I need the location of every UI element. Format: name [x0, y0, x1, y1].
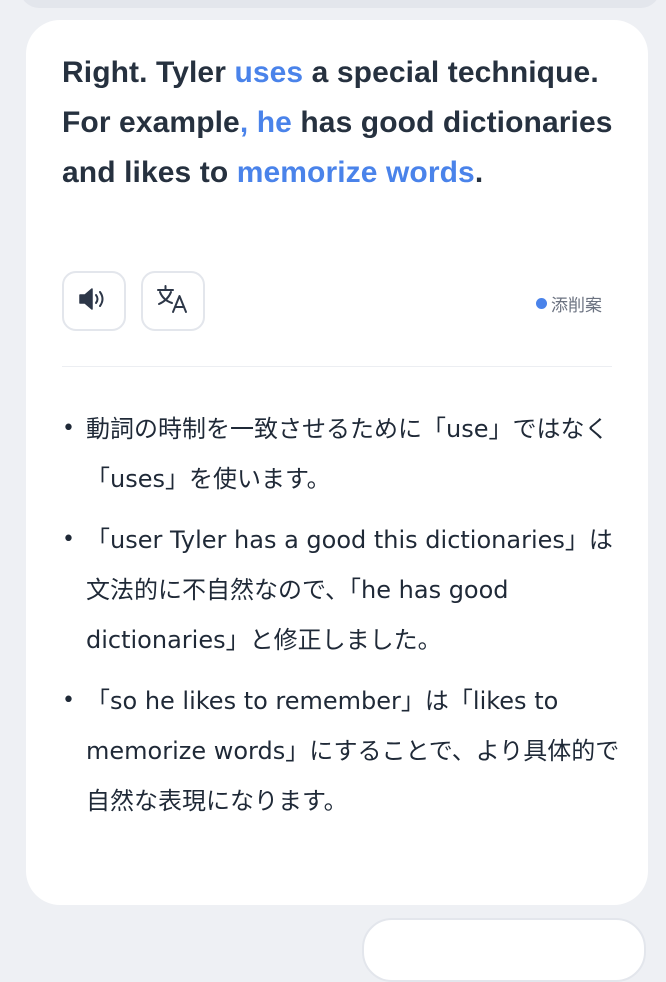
bullet-icon: •	[62, 416, 75, 441]
sentence-correction: uses	[234, 56, 304, 89]
note-text: 動詞の時制を一致させるために「use」ではなく「uses」を使います。	[86, 415, 609, 493]
next-action-button[interactable]	[362, 918, 646, 982]
sentence-correction: memorize words	[236, 156, 475, 189]
correction-notes-list: • 動詞の時制を一致させるために「use」ではなく「uses」を使います。 • …	[62, 404, 622, 837]
correction-card: Right. Tyler uses a special technique. F…	[26, 20, 648, 905]
note-text: 「user Tyler has a good this dictionaries…	[86, 526, 613, 654]
list-item: • 「user Tyler has a good this dictionari…	[62, 515, 622, 665]
sentence-correction: , he	[239, 106, 292, 139]
translate-button[interactable]	[141, 271, 205, 331]
play-audio-button[interactable]	[62, 271, 126, 331]
previous-card-edge	[20, 0, 660, 8]
correction-suggestion-badge[interactable]: 添削案	[536, 291, 602, 316]
corrected-sentence: Right. Tyler uses a special technique. F…	[62, 48, 622, 198]
note-text: 「so he likes to remember」は「likes to memo…	[86, 687, 620, 815]
sentence-segment: .	[474, 156, 484, 189]
bullet-icon: •	[62, 688, 75, 713]
list-item: • 動詞の時制を一致させるために「use」ではなく「uses」を使います。	[62, 404, 622, 504]
status-dot-icon	[536, 298, 547, 309]
divider	[62, 366, 612, 367]
speaker-icon	[77, 286, 111, 316]
correction-label: 添削案	[551, 296, 602, 316]
list-item: • 「so he likes to remember」は「likes to me…	[62, 676, 622, 826]
sentence-segment: Right. Tyler	[62, 56, 235, 89]
translate-icon	[156, 284, 190, 318]
bullet-icon: •	[62, 527, 75, 552]
